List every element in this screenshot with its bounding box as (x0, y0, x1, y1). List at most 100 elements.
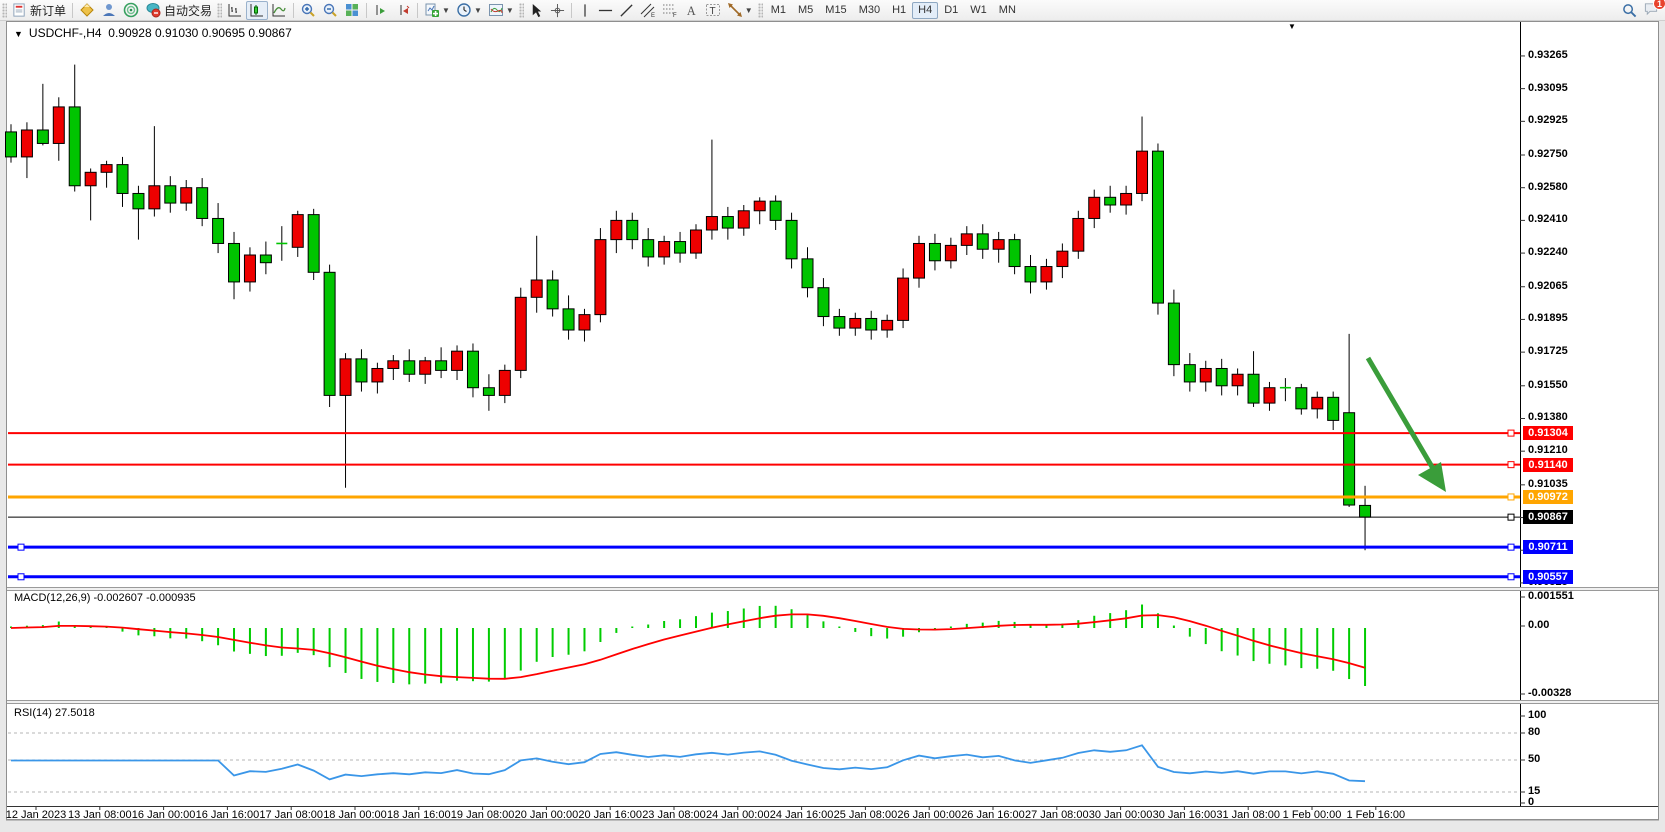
price-axis-label: 0.92750 (1528, 148, 1568, 160)
new-order-icon (12, 3, 27, 18)
zoom-in-icon (300, 2, 316, 18)
one-click-trading-toggle-icon[interactable]: ▼ (1288, 22, 1296, 31)
trendline-tool-button[interactable] (616, 1, 637, 20)
timeframe-button-d1[interactable]: D1 (938, 2, 964, 19)
rsi-axis-label: 50 (1528, 753, 1540, 765)
arrows-icon (727, 2, 743, 18)
time-axis-label: 24 Jan 00:00 (706, 809, 770, 821)
text-label-icon: T (705, 2, 721, 18)
market-watch-button[interactable] (76, 1, 98, 20)
timeframe-button-h1[interactable]: H1 (886, 2, 912, 19)
horizontal-line-icon (598, 3, 613, 18)
svg-text:A: A (687, 4, 696, 18)
tile-windows-button[interactable] (341, 1, 363, 20)
candlestick-chart-icon (249, 2, 265, 18)
cursor-arrow-icon (529, 3, 544, 18)
cursor-tool-button[interactable] (526, 1, 547, 20)
arrows-tool-button[interactable]: ▼ (724, 1, 756, 20)
new-order-button[interactable]: 新订单 (9, 1, 69, 20)
auto-trading-button[interactable]: 自动交易 (142, 1, 215, 20)
chart-window (6, 21, 1659, 820)
crosshair-tool-button[interactable] (547, 1, 568, 20)
macd-axis-label: 0.001551 (1528, 590, 1574, 602)
dropdown-arrow-icon: ▼ (745, 6, 753, 15)
horizontal-line-tool-button[interactable] (595, 1, 616, 20)
time-axis-label: 30 Jan 16:00 (1153, 809, 1217, 821)
timeframe-button-h4[interactable]: H4 (912, 2, 938, 19)
template-button[interactable]: ▼ (485, 1, 517, 20)
svg-text:F: F (673, 13, 677, 18)
equidistant-channel-tool-button[interactable]: E (637, 1, 659, 20)
notifications-button[interactable]: 1 (1643, 1, 1659, 19)
time-axis-label: 31 Jan 08:00 (1216, 809, 1280, 821)
toolbar-grip (2, 3, 7, 18)
crosshair-icon (550, 3, 565, 18)
signals-button[interactable] (120, 1, 142, 20)
price-axis-label: 0.91380 (1528, 411, 1568, 423)
data-window-icon (101, 2, 117, 18)
price-axis-label: 0.92410 (1528, 213, 1568, 225)
timeframe-button-m5[interactable]: M5 (792, 2, 819, 19)
chart-ohlc-values: 0.90928 0.91030 0.90695 0.90867 (108, 26, 292, 40)
data-window-button[interactable] (98, 1, 120, 20)
timeframe-button-w1[interactable]: W1 (964, 2, 993, 19)
price-axis-label: 0.91550 (1528, 379, 1568, 391)
gold-diamond-icon (79, 2, 95, 18)
rsi-axis-label: 80 (1528, 726, 1540, 738)
trendline-icon (619, 3, 634, 18)
bar-chart-icon (227, 2, 243, 18)
time-axis-label: 20 Jan 16:00 (578, 809, 642, 821)
time-axis-label: 16 Jan 00:00 (132, 809, 196, 821)
vertical-line-tool-button[interactable] (575, 1, 595, 20)
price-line-badge: 0.90711 (1523, 540, 1573, 554)
price-line-badge: 0.91140 (1523, 458, 1573, 472)
macd-axis-label: -0.00328 (1528, 687, 1571, 699)
new-chart-button[interactable]: ▼ (421, 1, 453, 20)
auto-trading-icon (145, 2, 161, 18)
search-icon[interactable] (1622, 3, 1637, 18)
period-button[interactable]: ▼ (453, 1, 485, 20)
bar-chart-mode-button[interactable] (224, 1, 246, 20)
text-label-tool-button[interactable]: T (702, 1, 724, 20)
toolbar-separator (571, 3, 572, 18)
timeframe-button-mn[interactable]: MN (993, 2, 1022, 19)
text-a-icon: A (684, 3, 699, 18)
zoom-out-icon (322, 2, 338, 18)
chart-symbol-period: USDCHF-,H4 (29, 26, 102, 40)
timeframe-button-m15[interactable]: M15 (819, 2, 852, 19)
line-chart-mode-button[interactable] (268, 1, 290, 20)
time-axis-label: 26 Jan 00:00 (897, 809, 961, 821)
fibonacci-tool-button[interactable]: F (659, 1, 681, 20)
price-axis-label: 0.93265 (1528, 49, 1568, 61)
toolbar-separator (293, 3, 294, 18)
chart-info-line: ▼ USDCHF-,H4 0.90928 0.91030 0.90695 0.90… (14, 26, 292, 40)
zoom-out-button[interactable] (319, 1, 341, 20)
auto-scroll-button[interactable] (392, 1, 414, 20)
macd-indicator-label: MACD(12,26,9) -0.002607 -0.000935 (14, 592, 196, 604)
price-axis-label: 0.92240 (1528, 246, 1568, 258)
signal-sonar-icon (123, 2, 139, 18)
price-line-badge: 0.91304 (1523, 426, 1573, 440)
dropdown-arrow-icon: ▼ (506, 6, 514, 15)
price-axis-label: 0.91035 (1528, 478, 1568, 490)
svg-text:E: E (651, 13, 655, 18)
svg-text:T: T (709, 6, 715, 17)
line-chart-icon (271, 2, 287, 18)
chart-shift-button[interactable] (370, 1, 392, 20)
toolbar-separator (72, 3, 73, 18)
candle-chart-mode-button[interactable] (246, 1, 268, 20)
price-line-badge: 0.90867 (1523, 510, 1573, 524)
template-icon (488, 2, 504, 18)
time-axis-label: 17 Jan 08:00 (259, 809, 323, 821)
timeframe-button-m1[interactable]: M1 (765, 2, 792, 19)
text-tool-button[interactable]: A (681, 1, 702, 20)
time-axis-label: 26 Jan 16:00 (961, 809, 1025, 821)
auto-scroll-icon (395, 2, 411, 18)
toolbar-grip (519, 3, 524, 18)
dropdown-arrow-icon: ▼ (442, 6, 450, 15)
time-axis-label: 24 Jan 16:00 (770, 809, 834, 821)
notification-badge: 1 (1653, 0, 1665, 10)
timeframe-button-m30[interactable]: M30 (853, 2, 886, 19)
zoom-in-button[interactable] (297, 1, 319, 20)
ohlc-toggle-icon[interactable]: ▼ (14, 29, 23, 39)
